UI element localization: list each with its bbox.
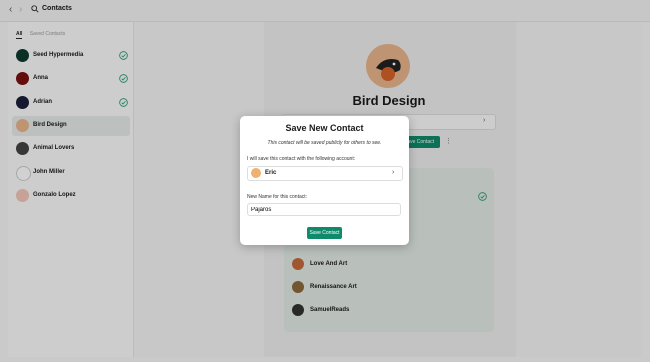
dialog-description: This contact will be saved publicly for … <box>267 140 382 146</box>
avatar <box>251 168 261 178</box>
account-selector[interactable]: Eric › <box>247 166 403 181</box>
dialog-title: Save New Contact <box>285 123 364 133</box>
account-label: I will save this contact with the follow… <box>247 156 356 162</box>
name-label: New Name for this contact: <box>247 194 308 200</box>
save-contact-dialog: Save New Contact This contact will be sa… <box>240 116 409 245</box>
save-contact-button[interactable]: Save Contact <box>307 227 342 239</box>
account-name: Eric <box>265 170 277 176</box>
chevron-right-icon: › <box>392 169 395 176</box>
contact-name-input[interactable] <box>247 203 401 216</box>
